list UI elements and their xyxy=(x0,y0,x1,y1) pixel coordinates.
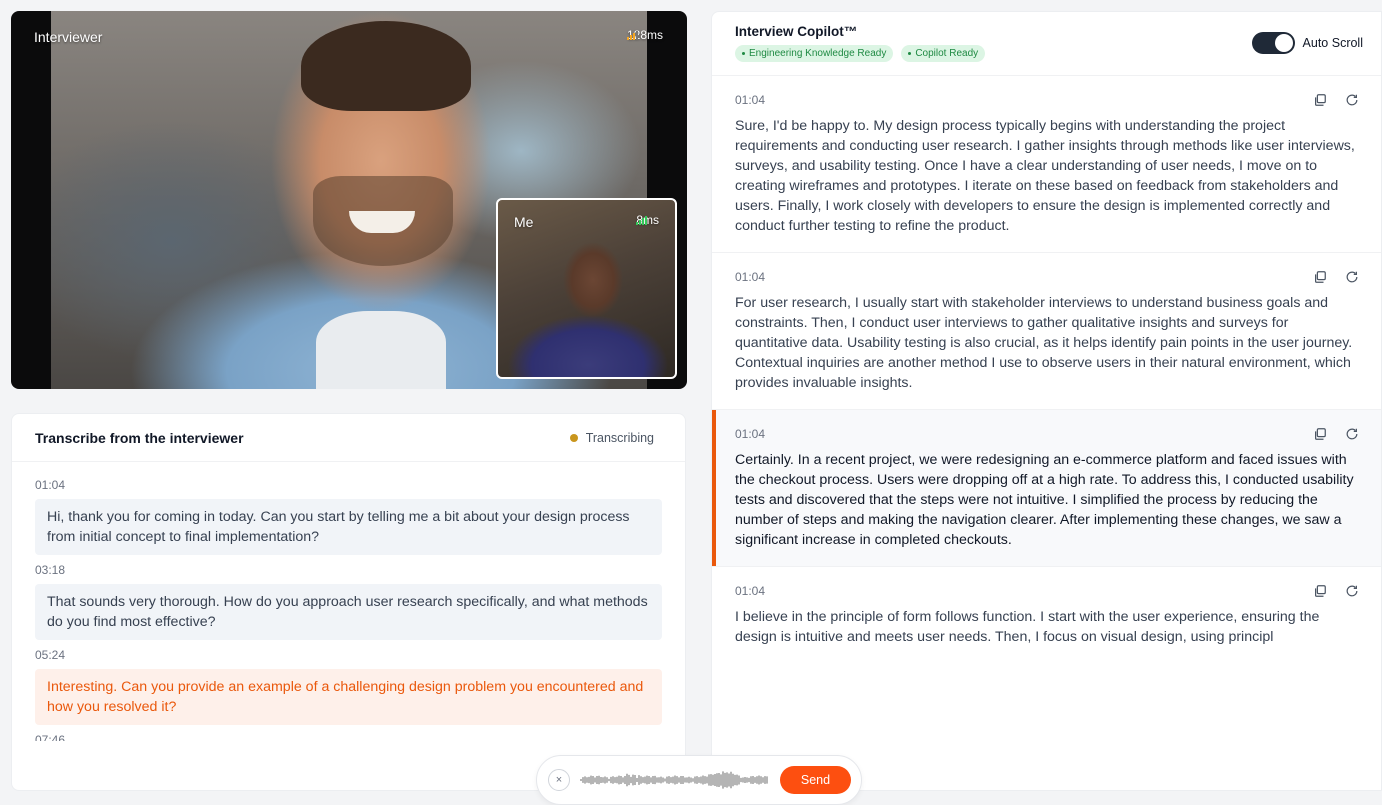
regenerate-icon[interactable] xyxy=(1343,425,1361,443)
status-label: Transcribing xyxy=(585,430,654,445)
copy-icon[interactable] xyxy=(1311,582,1329,600)
interviewer-latency: 128ms xyxy=(626,28,663,42)
status-badge: Engineering Knowledge Ready xyxy=(735,45,894,62)
message-bubble: That sounds very thorough. How do you ap… xyxy=(35,584,662,640)
copy-icon[interactable] xyxy=(1311,91,1329,109)
answer-time: 01:04 xyxy=(735,427,766,441)
copilot-answer: 01:04 Sure, I'd be happy to. My design p… xyxy=(712,76,1381,253)
answer-text: Sure, I'd be happy to. My design process… xyxy=(735,118,1355,234)
message-time: 07:46 xyxy=(35,733,66,741)
answer-time: 01:04 xyxy=(735,270,766,284)
message-bubble: Hi, thank you for coming in today. Can y… xyxy=(35,499,662,555)
message-bubble-current: Interesting. Can you provide an example … xyxy=(35,669,662,725)
copilot-panel: Interview Copilot™ Engineering Knowledge… xyxy=(711,11,1382,791)
message-time: 05:24 xyxy=(35,648,66,662)
copilot-answer: 01:04 I believe in the principle of form… xyxy=(712,567,1381,663)
auto-scroll-toggle[interactable] xyxy=(1251,32,1295,54)
copilot-answer: 01:04 For user research, I usually start… xyxy=(712,253,1381,410)
message-time: 03:18 xyxy=(35,563,66,577)
copilot-answer-active: 01:04 Certainly. In a recent project, we… xyxy=(712,410,1381,567)
self-latency: 8ms xyxy=(636,213,659,227)
auto-scroll-control: Auto Scroll xyxy=(1251,32,1363,54)
audio-waveform xyxy=(580,771,768,789)
message-time: 01:04 xyxy=(35,478,66,492)
copy-icon[interactable] xyxy=(1311,425,1329,443)
transcript-messages[interactable]: 01:04 Hi, thank you for coming in today.… xyxy=(12,462,685,741)
transcript-panel: Transcribe from the interviewer Transcri… xyxy=(11,413,686,791)
regenerate-icon[interactable] xyxy=(1343,91,1361,109)
regenerate-icon[interactable] xyxy=(1343,268,1361,286)
signal-strength-icon xyxy=(626,30,638,40)
self-label: Me xyxy=(514,214,534,230)
answer-time: 01:04 xyxy=(735,93,766,107)
regenerate-icon[interactable] xyxy=(1343,582,1361,600)
voice-recorder-bar: × Send xyxy=(536,755,862,805)
self-video: Me 8ms xyxy=(496,198,677,379)
answer-text: Certainly. In a recent project, we were … xyxy=(735,452,1354,548)
copilot-header: Interview Copilot™ Engineering Knowledge… xyxy=(712,12,1381,76)
close-icon[interactable]: × xyxy=(548,769,570,791)
answer-text: I believe in the principle of form follo… xyxy=(735,609,1320,645)
interviewer-label: Interviewer xyxy=(34,29,103,45)
transcript-header: Transcribe from the interviewer Transcri… xyxy=(12,414,685,462)
signal-strength-icon xyxy=(636,215,648,225)
answer-text: For user research, I usually start with … xyxy=(735,295,1353,391)
answer-time: 01:04 xyxy=(735,584,766,598)
auto-scroll-label: Auto Scroll xyxy=(1302,36,1363,50)
status-badge: Copilot Ready xyxy=(901,45,986,62)
transcript-title: Transcribe from the interviewer xyxy=(35,429,244,446)
transcribing-status: Transcribing xyxy=(569,430,654,445)
copy-icon[interactable] xyxy=(1311,268,1329,286)
send-button[interactable]: Send xyxy=(780,766,851,794)
status-dot-icon xyxy=(569,433,578,442)
